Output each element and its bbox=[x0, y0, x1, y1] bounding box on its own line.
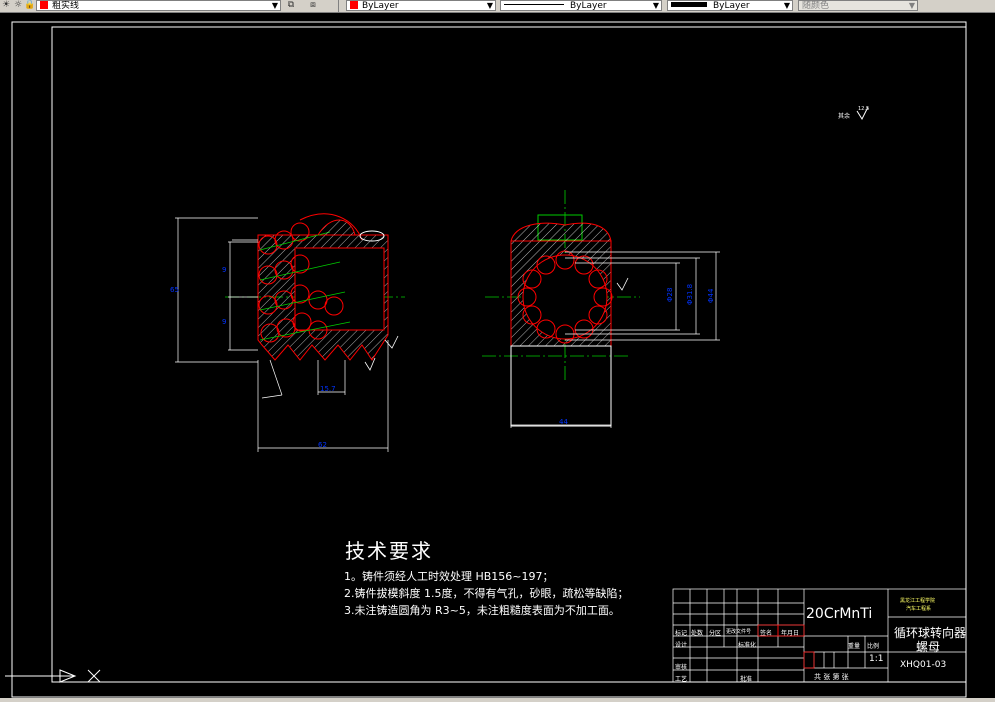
count-label: 处数 bbox=[691, 630, 704, 637]
material-label: 20CrMnTi bbox=[806, 606, 873, 622]
chevron-down-icon: ▼ bbox=[271, 1, 278, 10]
zone-label: 分区 bbox=[709, 630, 722, 637]
properties-toolbar: ☀ ☼ 🔒 粗实线 ▼ ⧉ ⧈ ByLayer ▼ ByLayer ▼ ByLa… bbox=[0, 0, 995, 13]
ratio-label: 比例 bbox=[867, 643, 880, 650]
svg-text:44: 44 bbox=[559, 418, 568, 426]
plotstyle-dropdown: 随颜色 ▼ bbox=[798, 0, 918, 11]
department-name: 汽车工程系 bbox=[906, 606, 932, 612]
svg-text:9: 9 bbox=[222, 266, 226, 274]
chevron-down-icon: ▼ bbox=[486, 1, 493, 10]
roughness-note: 其余 12.5 bbox=[838, 106, 869, 121]
status-bar bbox=[0, 698, 995, 702]
lineweight-sample bbox=[671, 2, 707, 7]
svg-text:Φ44: Φ44 bbox=[707, 288, 715, 303]
tech-requirement-line-3: 3.未注铸造圆角为 R3~5，未注粗糙度表面为不加工面。 bbox=[344, 604, 620, 617]
left-section-view: 65 9 9 62 15.7 bbox=[170, 213, 405, 452]
tech-requirement-line-1: 1。铸件须经人工时效处理 HB156~197； bbox=[344, 570, 554, 583]
linetype-label: ByLayer bbox=[570, 1, 607, 11]
layer-bulb-icon[interactable]: ☀ bbox=[0, 0, 12, 11]
svg-text:9: 9 bbox=[222, 318, 226, 326]
color-label: ByLayer bbox=[362, 1, 399, 11]
date-label: 年月日 bbox=[781, 630, 800, 637]
svg-text:Φ28: Φ28 bbox=[666, 288, 674, 302]
layer-name: 粗实线 bbox=[52, 1, 80, 11]
svg-text:62: 62 bbox=[318, 441, 327, 449]
review-label: 审核 bbox=[675, 664, 688, 671]
right-end-view: 44 Φ28 Φ31.8 Φ44 bbox=[482, 190, 720, 428]
tech-requirements-title: 技术要求 bbox=[345, 539, 433, 563]
part-title-2: 螺母 bbox=[916, 640, 941, 654]
approve-label: 批准 bbox=[740, 676, 753, 683]
color-swatch bbox=[350, 1, 358, 9]
tech-requirement-line-2: 2.铸件拔模斜度 1.5度，不得有气孔，砂眼，疏松等缺陷； bbox=[344, 587, 629, 600]
school-name: 黑龙江工程学院 bbox=[900, 598, 936, 604]
layer-color-swatch bbox=[40, 1, 48, 9]
design-label: 设计 bbox=[675, 642, 688, 649]
mark-label: 标记 bbox=[675, 630, 688, 637]
change-no-label: 更改文件号 bbox=[726, 629, 752, 635]
svg-text:Φ31.8: Φ31.8 bbox=[686, 284, 694, 305]
scale-value: 1:1 bbox=[869, 654, 884, 664]
lineweight-dropdown[interactable]: ByLayer ▼ bbox=[667, 0, 793, 11]
make-current-layer-icon[interactable]: ⧉ bbox=[285, 0, 297, 11]
svg-text:其余: 其余 bbox=[838, 112, 850, 120]
drawing-canvas[interactable]: 其余 12.5 65 9 9 62 15.7 44 Φ28 Φ31.8 Φ44 … bbox=[0, 13, 995, 702]
sign-label: 签名 bbox=[760, 630, 773, 637]
layer-freeze-icon[interactable]: ☼ bbox=[12, 0, 24, 11]
lineweight-label: ByLayer bbox=[713, 1, 750, 11]
svg-text:65: 65 bbox=[170, 286, 179, 294]
layer-previous-icon[interactable]: ⧈ bbox=[307, 0, 319, 11]
sheet-info: 共 张 第 张 bbox=[814, 673, 849, 681]
linetype-sample bbox=[504, 4, 564, 5]
drawing-number: XHQ01-03 bbox=[900, 660, 947, 670]
layer-dropdown[interactable]: 粗实线 ▼ bbox=[36, 0, 281, 11]
plotstyle-label: 随颜色 bbox=[802, 1, 830, 11]
svg-text:15.7: 15.7 bbox=[320, 385, 336, 393]
chevron-down-icon: ▼ bbox=[652, 1, 659, 10]
standard-label: 标准化 bbox=[738, 642, 757, 649]
color-dropdown[interactable]: ByLayer ▼ bbox=[346, 0, 496, 11]
chevron-down-icon: ▼ bbox=[783, 1, 790, 10]
separator bbox=[338, 0, 339, 12]
layer-lock-icon[interactable]: 🔒 bbox=[24, 0, 36, 11]
svg-text:12.5: 12.5 bbox=[858, 106, 869, 112]
linetype-dropdown[interactable]: ByLayer ▼ bbox=[500, 0, 662, 11]
chevron-down-icon: ▼ bbox=[908, 1, 915, 10]
process-label: 工艺 bbox=[675, 676, 688, 683]
weight-label: 重量 bbox=[848, 643, 861, 650]
